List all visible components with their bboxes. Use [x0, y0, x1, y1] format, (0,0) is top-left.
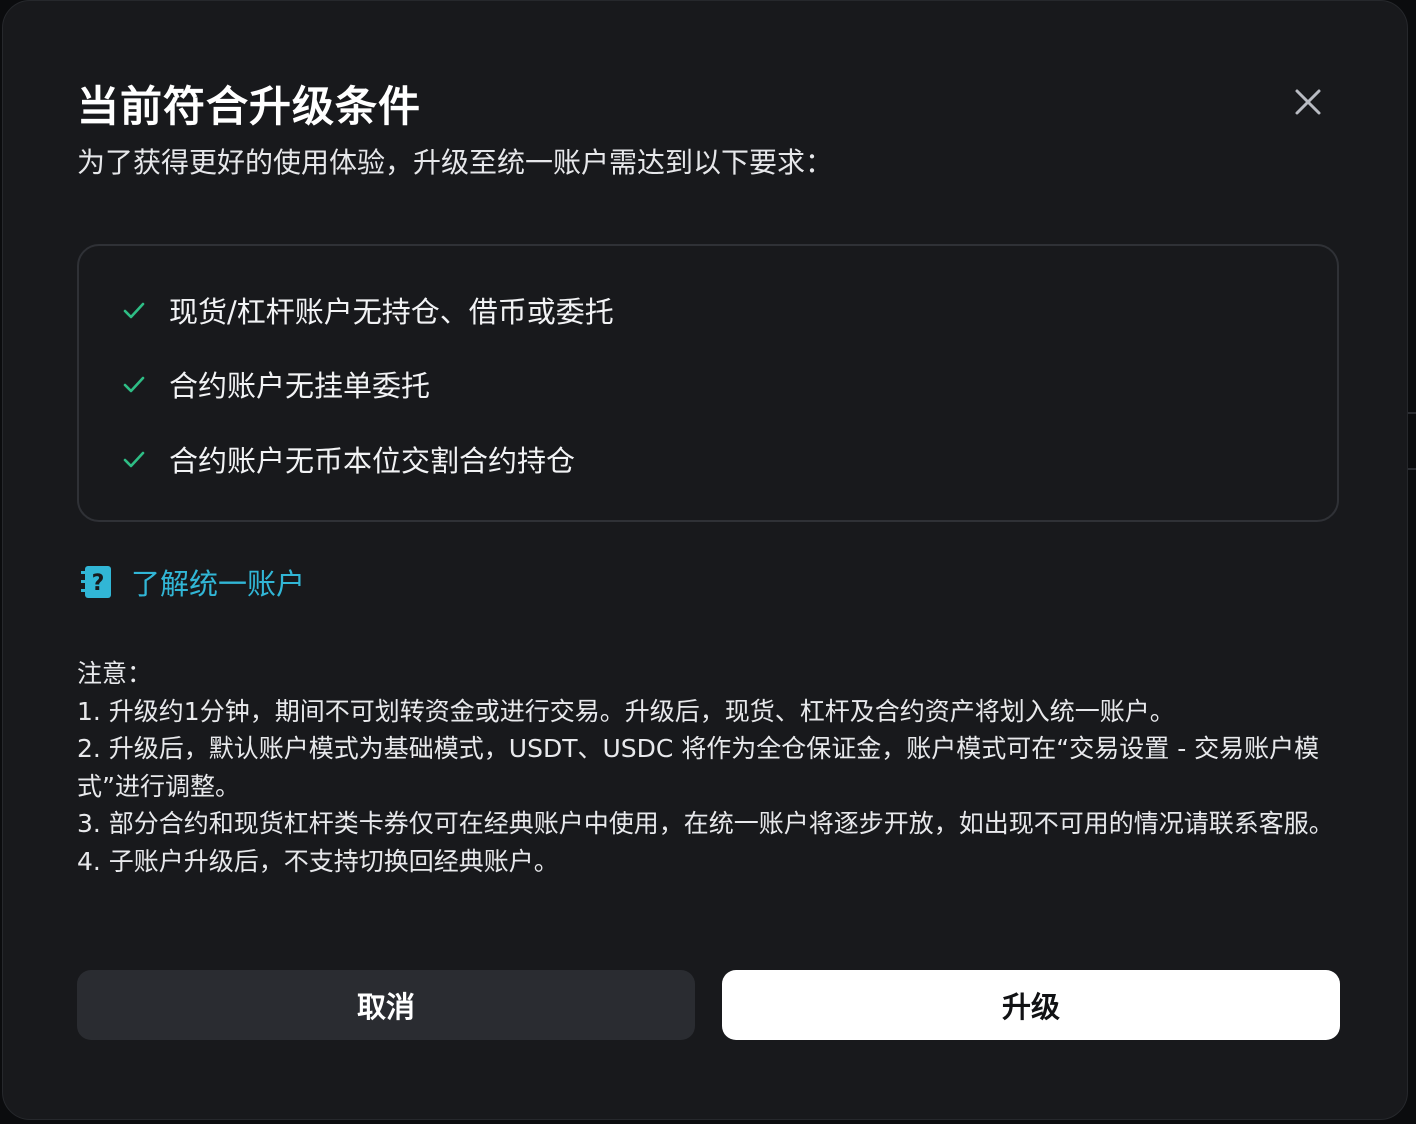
dialog-title: 当前符合升级条件 — [77, 82, 422, 131]
requirement-text: 合约账户无币本位交割合约持仓 — [169, 444, 576, 478]
check-icon — [121, 446, 147, 472]
notes-section: 注意： 1. 升级约1分钟，期间不可划转资金或进行交易。升级后，现货、杠杆及合约… — [77, 655, 1339, 880]
note-item: 4. 子账户升级后，不支持切换回经典账户。 — [77, 846, 559, 876]
backdrop-divider — [1408, 412, 1416, 414]
learn-link-text: 了解统一账户 — [131, 567, 306, 601]
upgrade-dialog: 当前符合升级条件 为了获得更好的使用体验，升级至统一账户需达到以下要求： 现货/… — [2, 0, 1408, 1120]
requirement-item: 合约账户无挂单委托 — [121, 364, 430, 404]
note-item: 1. 升级约1分钟，期间不可划转资金或进行交易。升级后，现货、杠杆及合约资产将划… — [77, 696, 1175, 726]
close-button[interactable] — [1287, 81, 1329, 123]
cancel-button[interactable]: 取消 — [77, 970, 695, 1040]
requirement-item: 合约账户无币本位交割合约持仓 — [121, 439, 575, 479]
note-item: 3. 部分合约和现货杠杆类卡券仅可在经典账户中使用，在统一账户将逐步开放，如出现… — [77, 809, 1334, 838]
requirement-item: 现货/杠杆账户无持仓、借币或委托 — [121, 290, 614, 330]
svg-text:?: ? — [92, 571, 105, 596]
dialog-subtitle: 为了获得更好的使用体验，升级至统一账户需达到以下要求： — [77, 146, 834, 179]
backdrop-divider — [1408, 468, 1416, 470]
notes-title: 注意： — [77, 659, 153, 688]
requirement-text: 合约账户无挂单委托 — [169, 369, 431, 403]
check-icon — [121, 297, 147, 323]
note-item: 2. 升级后，默认账户模式为基础模式，USDT、USDC 将作为全仓保证金，账户… — [77, 734, 1320, 801]
learn-unified-account-link[interactable]: ? 了解统一账户 — [81, 561, 305, 603]
upgrade-button[interactable]: 升级 — [722, 970, 1340, 1040]
requirements-box: 现货/杠杆账户无持仓、借币或委托 合约账户无挂单委托 合约账户无币本位交割合约持… — [77, 244, 1339, 522]
close-icon — [1295, 89, 1321, 115]
question-book-icon: ? — [81, 566, 111, 598]
check-icon — [121, 371, 147, 397]
requirement-text: 现货/杠杆账户无持仓、借币或委托 — [169, 295, 614, 329]
